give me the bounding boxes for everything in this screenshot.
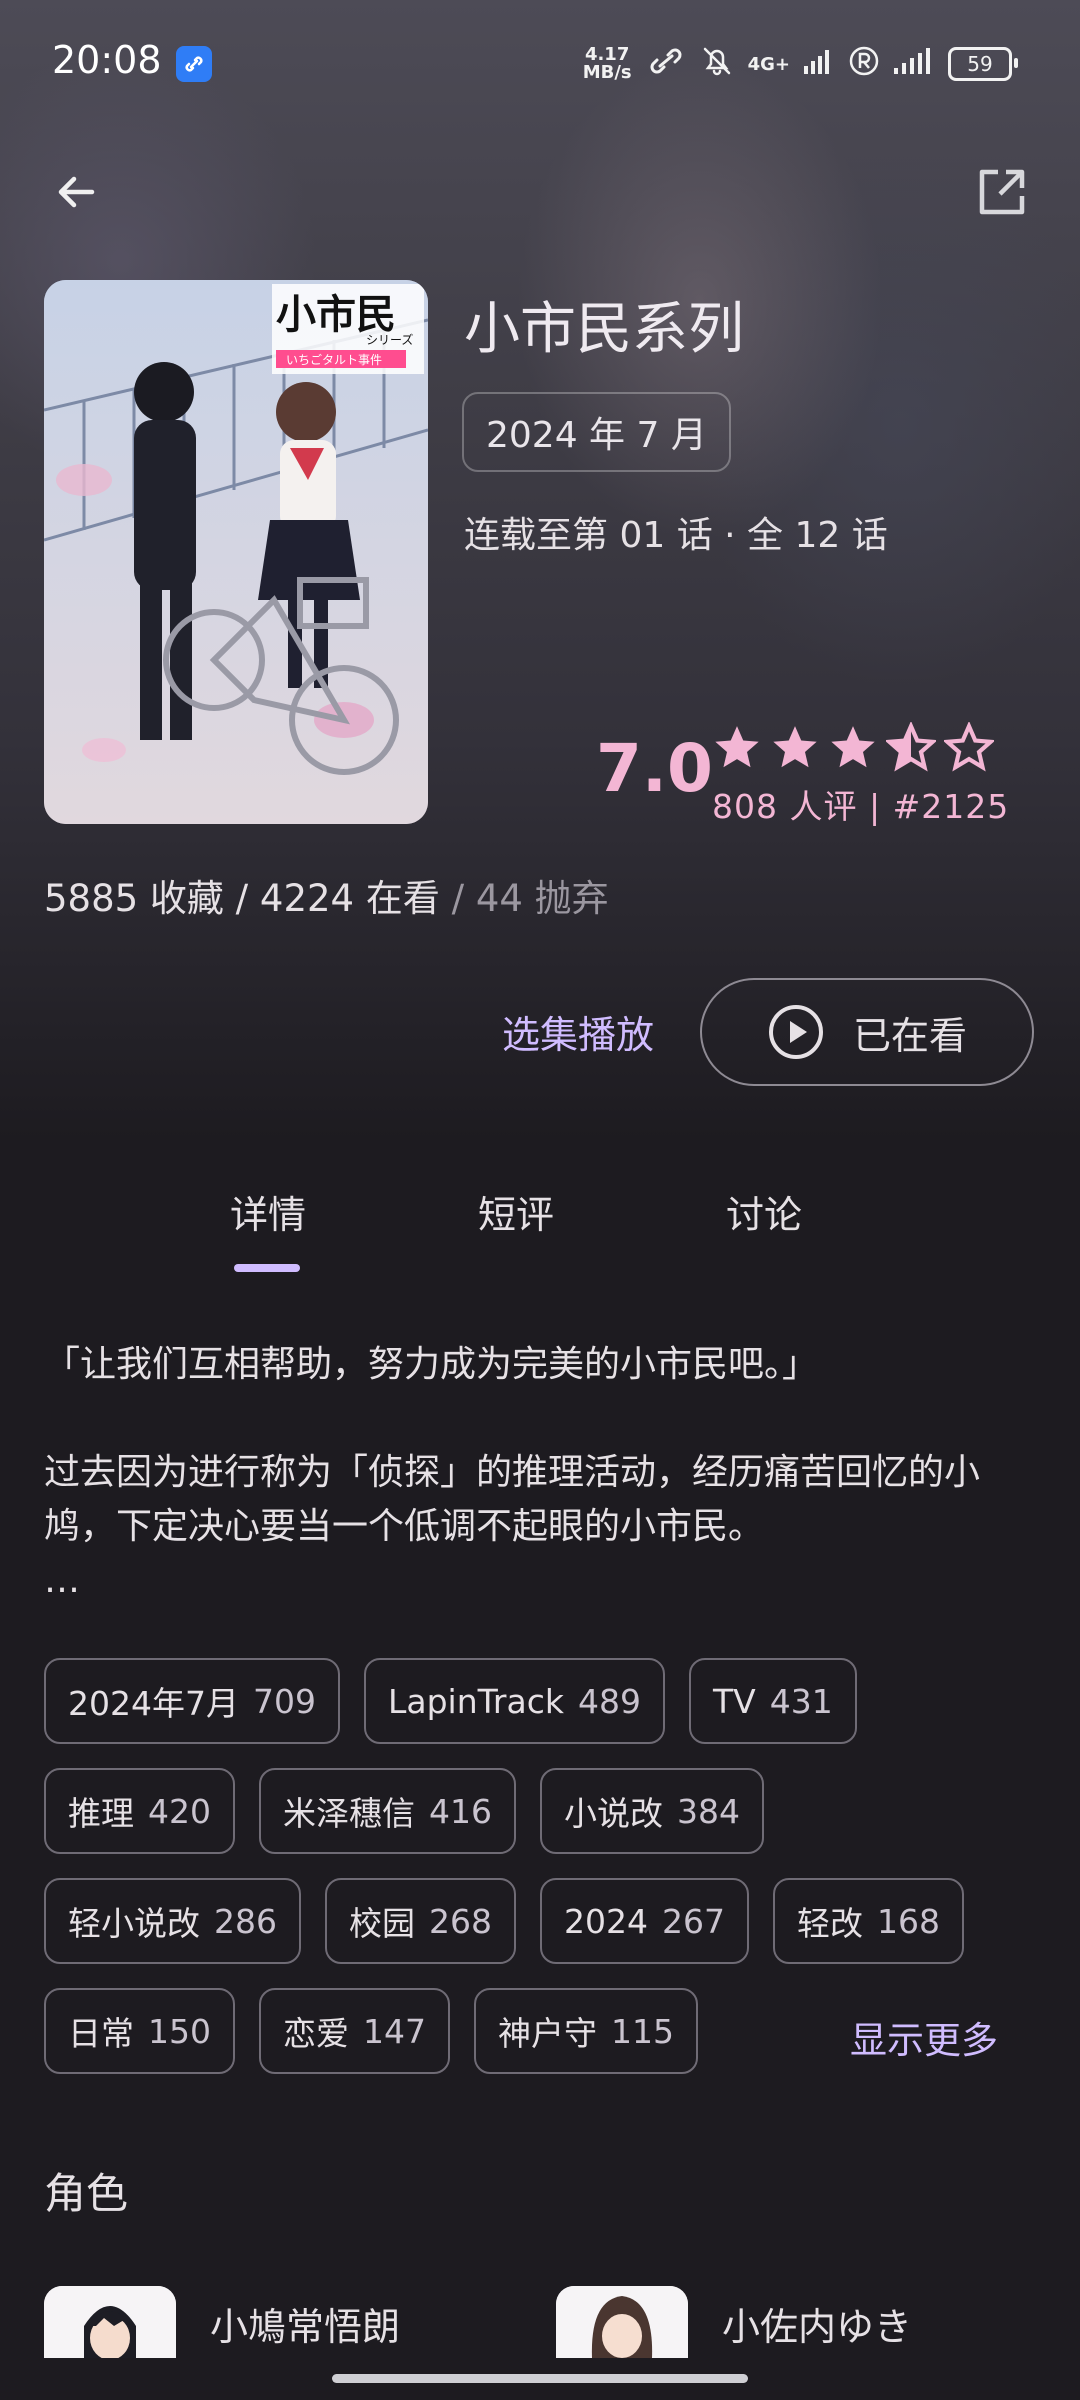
poster-image[interactable]: 小市民 シリーズ いちごタルト事件 xyxy=(44,280,428,824)
tag-name: 轻小说改 xyxy=(68,1904,200,1943)
collection-main: 5885 收藏 / 4224 在看 xyxy=(44,877,440,920)
character-avatar[interactable] xyxy=(556,2286,688,2358)
tag-count: 147 xyxy=(363,2011,426,2051)
poster-logo-series: シリーズ xyxy=(366,332,413,347)
tag-chip[interactable]: 轻小说改 286 xyxy=(44,1878,301,1964)
score: 7.0 xyxy=(596,730,713,807)
tag-name: TV xyxy=(712,1681,756,1721)
tag-chip[interactable]: 恋爱 147 xyxy=(259,1988,450,2074)
tab-discussion[interactable]: 讨论 xyxy=(726,1184,802,1239)
back-button[interactable] xyxy=(40,156,112,228)
tag-count: 384 xyxy=(677,1791,740,1831)
watching-status-button[interactable]: 已在看 xyxy=(700,978,1034,1086)
rating-meta: 808 人评 | #2125 xyxy=(712,787,1010,826)
tag-count: 115 xyxy=(611,2011,674,2051)
link-app-icon xyxy=(176,46,212,82)
synopsis-quote: 「让我们互相帮助，努力成为完美的小市民吧。」 xyxy=(44,1344,819,1385)
tag-name: 小说改 xyxy=(564,1794,663,1833)
roaming-r-icon xyxy=(848,45,880,84)
tag-name: 推理 xyxy=(68,1794,134,1833)
tag-count: 709 xyxy=(252,1681,316,1721)
tag-chip[interactable]: 2024年7月 709 xyxy=(44,1658,340,1744)
network-type: 4G+ xyxy=(747,53,790,75)
signal-icon xyxy=(804,48,834,81)
net-speed-unit: MB/s xyxy=(582,62,632,83)
tag-name: 2024年7月 xyxy=(68,1684,239,1723)
character-avatar[interactable] xyxy=(44,2286,176,2358)
tab-details[interactable]: 详情 xyxy=(230,1184,306,1239)
tag-count: 286 xyxy=(214,1901,277,1941)
character-name[interactable]: 小鳩常悟朗 xyxy=(210,2296,400,2351)
tag-name: 日常 xyxy=(68,2014,134,2053)
battery-level: 59 xyxy=(967,52,993,76)
poster-logo-sub: いちごタルト事件 xyxy=(286,352,382,367)
tag-name: 神户守 xyxy=(498,2014,597,2053)
tab-short-reviews[interactable]: 短评 xyxy=(478,1184,554,1239)
star-full-icon xyxy=(831,726,875,768)
home-indicator[interactable] xyxy=(332,2374,748,2383)
collection-dropped: / 44 抛弃 xyxy=(439,877,609,920)
status-icons: 4.17 MB/s 4G+ 59 xyxy=(583,40,1018,88)
show-more-tags-button[interactable]: 显示更多 xyxy=(850,2010,998,2064)
signal-icon-2 xyxy=(894,47,934,81)
watching-label: 已在看 xyxy=(852,1013,967,1058)
tag-chip[interactable]: 2024 267 xyxy=(540,1878,749,1964)
tag-row: 2024年7月 709 LapinTrack 489 TV 431 xyxy=(44,1658,1044,1744)
tag-chip[interactable]: 轻改 168 xyxy=(772,1878,964,1964)
tag-count: 416 xyxy=(429,1791,492,1831)
select-episode-button[interactable]: 选集播放 xyxy=(502,1004,654,1059)
characters-heading: 角色 xyxy=(44,2169,129,2218)
tag-count: 150 xyxy=(148,2011,211,2051)
tag-count: 268 xyxy=(429,1901,492,1941)
synopsis-ellipsis: … xyxy=(44,1560,80,1601)
star-full-icon xyxy=(773,726,817,768)
tag-chip[interactable]: 神户守 115 xyxy=(474,1988,698,2074)
tag-name: 校园 xyxy=(349,1904,415,1943)
tag-chip[interactable]: 校园 268 xyxy=(325,1878,516,1964)
tag-name: 恋爱 xyxy=(283,2014,349,2053)
tag-count: 267 xyxy=(661,1901,725,1941)
tag-name: 米泽穗信 xyxy=(283,1794,415,1833)
tag-chip[interactable]: 日常 150 xyxy=(44,1988,235,2074)
poster-logo-text: 小市民 xyxy=(276,292,396,338)
tag-count: 431 xyxy=(769,1681,833,1721)
net-speed: 4.17 MB/s xyxy=(583,46,632,82)
tag-chip[interactable]: LapinTrack 489 xyxy=(363,1658,665,1744)
tag-chip[interactable]: 米泽穗信 416 xyxy=(259,1768,516,1854)
tag-row: 推理 420 米泽穗信 416 小说改 384 xyxy=(44,1768,1044,1854)
tag-count: 420 xyxy=(148,1791,211,1831)
tag-name: 2024 xyxy=(564,1901,648,1941)
open-external-icon xyxy=(979,169,1025,215)
rating-stars xyxy=(712,722,994,772)
synopsis-body: 过去因为进行称为「侦探」的推理活动，经历痛苦回忆的小鸠，下定决心要当一个低调不起… xyxy=(44,1452,981,1547)
tag-chip[interactable]: 小说改 384 xyxy=(540,1768,764,1854)
anime-title: 小市民系列 xyxy=(464,297,744,362)
tag-chip[interactable]: 推理 420 xyxy=(44,1768,235,1854)
character-name[interactable]: 小佐内ゆき xyxy=(722,2296,912,2351)
tag-count: 489 xyxy=(577,1681,641,1721)
status-time: 20:08 xyxy=(52,38,162,82)
mute-icon xyxy=(700,44,734,85)
star-empty-icon xyxy=(944,722,994,772)
air-date-chip[interactable]: 2024 年 7 月 xyxy=(462,392,731,472)
collection-stats: 5885 收藏 / 4224 在看 / 44 抛弃 xyxy=(44,868,609,922)
star-full-icon xyxy=(715,726,759,768)
tag-chip[interactable]: TV 431 xyxy=(688,1658,857,1744)
tag-row: 轻小说改 286 校园 268 2024 267 轻改 168 xyxy=(44,1878,1044,1964)
star-half-icon xyxy=(886,722,936,772)
active-tab-indicator xyxy=(234,1264,300,1272)
link-icon xyxy=(646,46,686,83)
synopsis[interactable]: 「让我们互相帮助，努力成为完美的小市民吧。」 过去因为进行称为「侦探」的推理活动… xyxy=(44,1338,1024,1608)
tag-count: 168 xyxy=(876,1901,940,1941)
open-external-button[interactable] xyxy=(966,156,1038,228)
play-circle-icon xyxy=(768,1005,823,1059)
tag-name: 轻改 xyxy=(796,1904,863,1943)
arrow-left-icon xyxy=(58,176,95,208)
tag-name: LapinTrack xyxy=(387,1681,564,1721)
battery-icon: 59 xyxy=(948,47,1018,81)
episode-progress: 连载至第 01 话 · 全 12 话 xyxy=(464,515,888,556)
